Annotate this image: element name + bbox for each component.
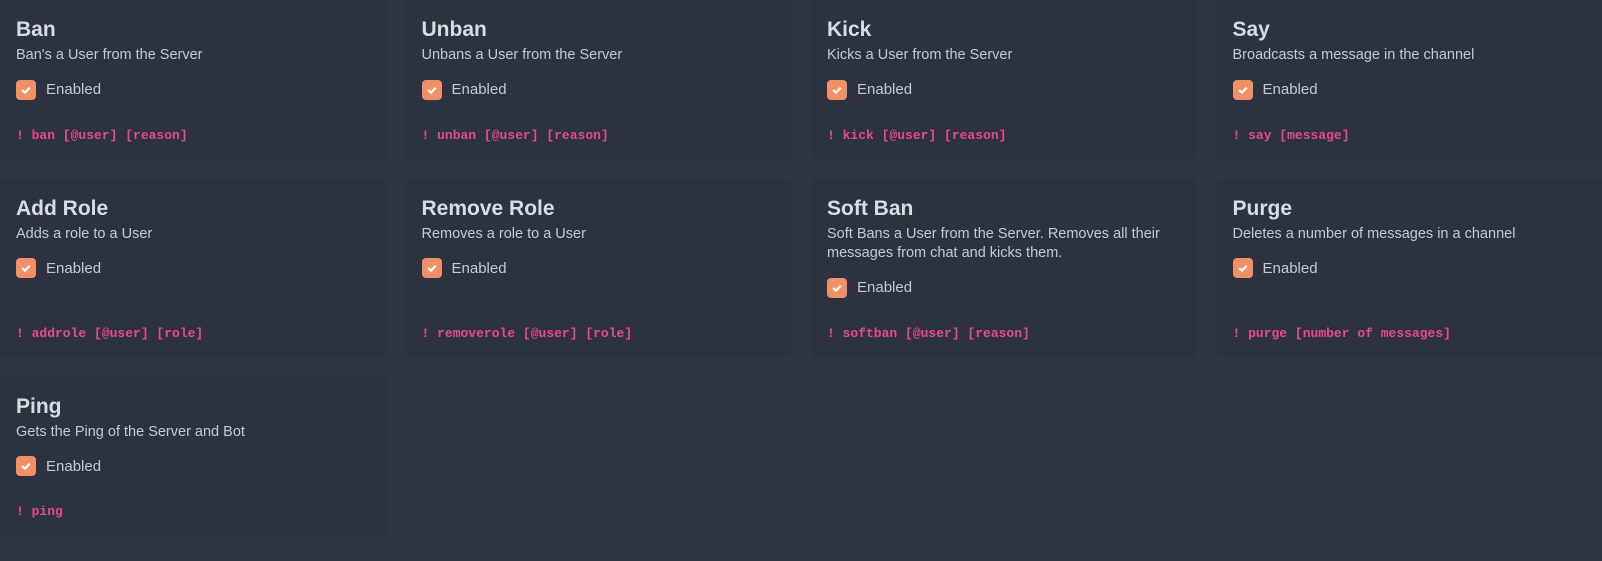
card-description: Kicks a User from the Server <box>827 46 1181 66</box>
enabled-label: Enabled <box>857 279 912 296</box>
card-title: Remove Role <box>422 197 776 221</box>
enabled-checkbox[interactable] <box>422 258 442 278</box>
enabled-label: Enabled <box>857 81 912 98</box>
command-syntax: ! addrole [@user] [role] <box>16 326 370 341</box>
enabled-checkbox[interactable] <box>1233 258 1253 278</box>
command-syntax: ! removerole [@user] [role] <box>422 326 776 341</box>
enabled-toggle-row: Enabled <box>827 80 1181 100</box>
enabled-checkbox[interactable] <box>422 80 442 100</box>
command-syntax: ! purge [number of messages] <box>1233 326 1587 341</box>
command-card-removerole: Remove Role Removes a role to a User Ena… <box>406 179 792 357</box>
command-syntax: ! ping <box>16 504 370 519</box>
enabled-toggle-row: Enabled <box>422 258 776 278</box>
card-description: Deletes a number of messages in a channe… <box>1233 225 1587 245</box>
card-title: Ping <box>16 395 370 419</box>
command-syntax: ! unban [@user] [reason] <box>422 128 776 143</box>
command-syntax: ! softban [@user] [reason] <box>827 326 1181 341</box>
card-description: Soft Bans a User from the Server. Remove… <box>827 225 1181 264</box>
enabled-checkbox[interactable] <box>16 456 36 476</box>
command-card-kick: Kick Kicks a User from the Server Enable… <box>811 0 1197 159</box>
command-card-ban: Ban Ban's a User from the Server Enabled… <box>0 0 386 159</box>
command-card-softban: Soft Ban Soft Bans a User from the Serve… <box>811 179 1197 357</box>
enabled-label: Enabled <box>1263 81 1318 98</box>
enabled-label: Enabled <box>452 260 507 277</box>
enabled-toggle-row: Enabled <box>1233 258 1587 278</box>
enabled-checkbox[interactable] <box>16 258 36 278</box>
card-title: Add Role <box>16 197 370 221</box>
enabled-label: Enabled <box>1263 260 1318 277</box>
enabled-toggle-row: Enabled <box>16 258 370 278</box>
enabled-toggle-row: Enabled <box>1233 80 1587 100</box>
card-title: Purge <box>1233 197 1587 221</box>
check-icon <box>831 84 843 96</box>
check-icon <box>20 262 32 274</box>
enabled-checkbox[interactable] <box>16 80 36 100</box>
command-syntax: ! kick [@user] [reason] <box>827 128 1181 143</box>
card-title: Say <box>1233 18 1587 42</box>
check-icon <box>1237 84 1249 96</box>
card-description: Broadcasts a message in the channel <box>1233 46 1587 66</box>
command-syntax: ! say [message] <box>1233 128 1587 143</box>
check-icon <box>831 282 843 294</box>
check-icon <box>426 262 438 274</box>
check-icon <box>1237 262 1249 274</box>
check-icon <box>20 460 32 472</box>
check-icon <box>426 84 438 96</box>
card-title: Unban <box>422 18 776 42</box>
command-card-addrole: Add Role Adds a role to a User Enabled !… <box>0 179 386 357</box>
enabled-toggle-row: Enabled <box>422 80 776 100</box>
command-card-purge: Purge Deletes a number of messages in a … <box>1217 179 1602 357</box>
card-title: Kick <box>827 18 1181 42</box>
card-description: Ban's a User from the Server <box>16 46 370 66</box>
command-card-unban: Unban Unbans a User from the Server Enab… <box>406 0 792 159</box>
card-description: Gets the Ping of the Server and Bot <box>16 423 370 443</box>
enabled-checkbox[interactable] <box>827 278 847 298</box>
enabled-label: Enabled <box>46 458 101 475</box>
command-card-say: Say Broadcasts a message in the channel … <box>1217 0 1602 159</box>
enabled-toggle-row: Enabled <box>16 456 370 476</box>
command-grid: Ban Ban's a User from the Server Enabled… <box>0 0 1602 535</box>
enabled-label: Enabled <box>452 81 507 98</box>
enabled-toggle-row: Enabled <box>16 80 370 100</box>
enabled-label: Enabled <box>46 260 101 277</box>
card-description: Adds a role to a User <box>16 225 370 245</box>
enabled-toggle-row: Enabled <box>827 278 1181 298</box>
card-description: Unbans a User from the Server <box>422 46 776 66</box>
check-icon <box>20 84 32 96</box>
card-description: Removes a role to a User <box>422 225 776 245</box>
enabled-checkbox[interactable] <box>1233 80 1253 100</box>
command-card-ping: Ping Gets the Ping of the Server and Bot… <box>0 377 386 536</box>
card-title: Ban <box>16 18 370 42</box>
enabled-checkbox[interactable] <box>827 80 847 100</box>
card-title: Soft Ban <box>827 197 1181 221</box>
command-syntax: ! ban [@user] [reason] <box>16 128 370 143</box>
enabled-label: Enabled <box>46 81 101 98</box>
